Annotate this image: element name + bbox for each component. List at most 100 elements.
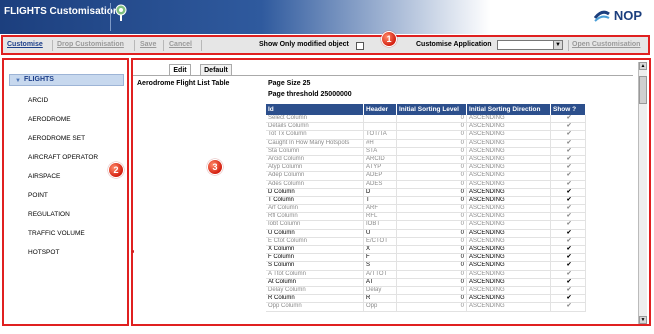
table-row[interactable]: Opp Column Opp 0 ASCENDING ✔ bbox=[266, 303, 586, 312]
cell-show[interactable]: ✔ bbox=[551, 205, 586, 213]
table-row[interactable]: Tot Tx Column TOT/TA 0 ASCENDING ✔ bbox=[266, 131, 586, 140]
cell-sorting-direction: ASCENDING bbox=[467, 115, 551, 123]
cell-sorting-direction: ASCENDING bbox=[467, 295, 551, 303]
cell-show[interactable]: ✔ bbox=[551, 188, 586, 196]
column-header-show[interactable]: Show ? bbox=[551, 104, 586, 115]
cell-show[interactable]: ✔ bbox=[551, 131, 586, 139]
table-row[interactable]: Atyp Column ATYP 0 ASCENDING ✔ bbox=[266, 164, 586, 173]
cell-sorting-direction: ASCENDING bbox=[467, 188, 551, 196]
cell-show[interactable]: ✔ bbox=[551, 295, 586, 303]
scroll-down-icon[interactable]: ▼ bbox=[639, 316, 647, 324]
column-header-sorting-direction[interactable]: Initial Sorting Direction bbox=[467, 104, 551, 115]
cell-id: D Column bbox=[266, 188, 364, 196]
sidebar-item-aircraft-operator[interactable]: AIRCRAFT OPERATOR bbox=[28, 154, 98, 161]
expand-triangle-icon[interactable]: ▼ bbox=[15, 76, 21, 86]
annotation-badge-3: 3 bbox=[207, 159, 223, 175]
chevron-down-icon[interactable]: ▼ bbox=[553, 41, 562, 49]
cell-show[interactable]: ✔ bbox=[551, 147, 586, 155]
cell-show[interactable]: ✔ bbox=[551, 164, 586, 172]
cell-show[interactable]: ✔ bbox=[551, 221, 586, 229]
cell-sorting-direction: ASCENDING bbox=[467, 270, 551, 278]
cell-show[interactable]: ✔ bbox=[551, 278, 586, 286]
sidebar-item-traffic-volume[interactable]: TRAFFIC VOLUME bbox=[28, 230, 85, 237]
cell-show[interactable]: ✔ bbox=[551, 262, 586, 270]
cell-show[interactable]: ✔ bbox=[551, 123, 586, 131]
cell-show[interactable]: ✔ bbox=[551, 254, 586, 262]
cell-sorting-direction: ASCENDING bbox=[467, 221, 551, 229]
cell-header: X bbox=[364, 246, 397, 254]
cell-id: F Column bbox=[266, 254, 364, 262]
table-row[interactable]: S Column S 0 ASCENDING ✔ bbox=[266, 262, 586, 271]
cell-id: E Ctot Column bbox=[266, 237, 364, 245]
table-row[interactable]: Sta Column STA 0 ASCENDING ✔ bbox=[266, 147, 586, 156]
cell-show[interactable]: ✔ bbox=[551, 286, 586, 295]
customise-application-select[interactable]: ▼ bbox=[497, 40, 563, 50]
column-header-id[interactable]: Id bbox=[266, 104, 364, 115]
table-row[interactable]: Adep Column ADEP 0 ASCENDING ✔ bbox=[266, 172, 586, 181]
cell-sorting-level: 0 bbox=[397, 303, 467, 311]
help-icon[interactable] bbox=[114, 4, 128, 22]
table-row[interactable]: A Ttot Column A/TTOT 0 ASCENDING ✔ bbox=[266, 270, 586, 279]
cell-show[interactable]: ✔ bbox=[551, 237, 586, 245]
table-row[interactable]: Caught In How Many Hotspots #H 0 ASCENDING ✔ bbox=[266, 139, 586, 148]
table-row[interactable]: Arcid Column ARCID 0 ASCENDING ✔ bbox=[266, 155, 586, 165]
sidebar-item-arcid[interactable]: ARCID bbox=[28, 97, 48, 104]
vertical-scrollbar[interactable]: ▲ ▼ bbox=[638, 62, 647, 324]
column-header-sorting-level[interactable]: Initial Sorting Level bbox=[397, 104, 467, 115]
cell-id: Details Column bbox=[266, 123, 364, 131]
cell-sorting-direction: ASCENDING bbox=[467, 262, 551, 270]
scroll-up-icon[interactable]: ▲ bbox=[639, 62, 647, 70]
cell-sorting-level: 0 bbox=[397, 213, 467, 221]
table-row[interactable]: Ades Column ADES 0 ASCENDING ✔ bbox=[266, 180, 586, 189]
table-row[interactable]: F Column F 0 ASCENDING ✔ bbox=[266, 254, 586, 263]
cell-show[interactable]: ✔ bbox=[551, 172, 586, 180]
cell-show[interactable]: ✔ bbox=[551, 196, 586, 205]
cell-show[interactable]: ✔ bbox=[551, 229, 586, 237]
scroll-thumb[interactable] bbox=[639, 76, 647, 104]
cell-show[interactable]: ✔ bbox=[551, 303, 586, 311]
drop-customisation-button[interactable]: Drop Customisation bbox=[57, 41, 124, 48]
table-row[interactable]: Rfl Column RFL 0 ASCENDING ✔ bbox=[266, 213, 586, 222]
sidebar-item-aerodrome[interactable]: AERODROME bbox=[28, 116, 71, 123]
cell-sorting-level: 0 bbox=[397, 164, 467, 172]
cell-header: IOBT bbox=[364, 221, 397, 229]
cell-show[interactable]: ✔ bbox=[551, 246, 586, 254]
sidebar-item-point[interactable]: POINT bbox=[28, 192, 48, 199]
cell-show[interactable]: ✔ bbox=[551, 180, 586, 188]
cell-header: #H bbox=[364, 139, 397, 147]
table-row[interactable]: At Column AT 0 ASCENDING ✔ bbox=[266, 278, 586, 287]
table-row[interactable]: Select Column 0 ASCENDING ✔ bbox=[266, 115, 586, 124]
save-button[interactable]: Save bbox=[140, 41, 156, 48]
cell-sorting-direction: ASCENDING bbox=[467, 147, 551, 155]
sidebar-root-flights[interactable]: ▼ FLIGHTS bbox=[9, 74, 124, 86]
cell-id: Tot Tx Column bbox=[266, 131, 364, 139]
sidebar-item-regulation[interactable]: REGULATION bbox=[28, 211, 70, 218]
cell-id: A Ttot Column bbox=[266, 270, 364, 278]
sidebar-item-airspace[interactable]: AIRSPACE bbox=[28, 173, 60, 180]
customise-button[interactable]: Customise bbox=[7, 41, 43, 48]
table-row[interactable]: E Ctot Column E/CTOT 0 ASCENDING ✔ bbox=[266, 237, 586, 246]
resize-handle-icon[interactable]: ◂ bbox=[131, 248, 134, 255]
cancel-button[interactable]: Cancel bbox=[169, 41, 192, 48]
cell-show[interactable]: ✔ bbox=[551, 270, 586, 278]
column-header-header[interactable]: Header bbox=[364, 104, 397, 115]
sidebar-item-hotspot[interactable]: HOTSPOT bbox=[28, 249, 59, 256]
table-row[interactable]: Iobt Column IOBT 0 ASCENDING ✔ bbox=[266, 221, 586, 230]
cell-sorting-level: 0 bbox=[397, 172, 467, 180]
toolbar-divider bbox=[568, 40, 569, 51]
table-row[interactable]: X Column X 0 ASCENDING ✔ bbox=[266, 246, 586, 255]
table-row[interactable]: R Column R 0 ASCENDING ✔ bbox=[266, 295, 586, 304]
cell-show[interactable]: ✔ bbox=[551, 115, 586, 123]
table-row[interactable]: U Column U 0 ASCENDING ✔ bbox=[266, 229, 586, 238]
table-row[interactable]: Details Column 0 ASCENDING ✔ bbox=[266, 123, 586, 132]
cell-show[interactable]: ✔ bbox=[551, 213, 586, 221]
cell-show[interactable]: ✔ bbox=[551, 139, 586, 147]
table-row[interactable]: Delay Column Delay 0 ASCENDING ✔ bbox=[266, 286, 586, 296]
table-row[interactable]: Arf Column ARF 0 ASCENDING ✔ bbox=[266, 205, 586, 214]
cell-show[interactable]: ✔ bbox=[551, 155, 586, 164]
open-customisation-button[interactable]: Open Customisation bbox=[572, 41, 640, 48]
show-modified-checkbox[interactable] bbox=[356, 42, 364, 50]
table-row[interactable]: D Column D 0 ASCENDING ✔ bbox=[266, 188, 586, 197]
sidebar-item-aerodrome-set[interactable]: AERODROME SET bbox=[28, 135, 85, 142]
table-row[interactable]: T Column T 0 ASCENDING ✔ bbox=[266, 196, 586, 206]
